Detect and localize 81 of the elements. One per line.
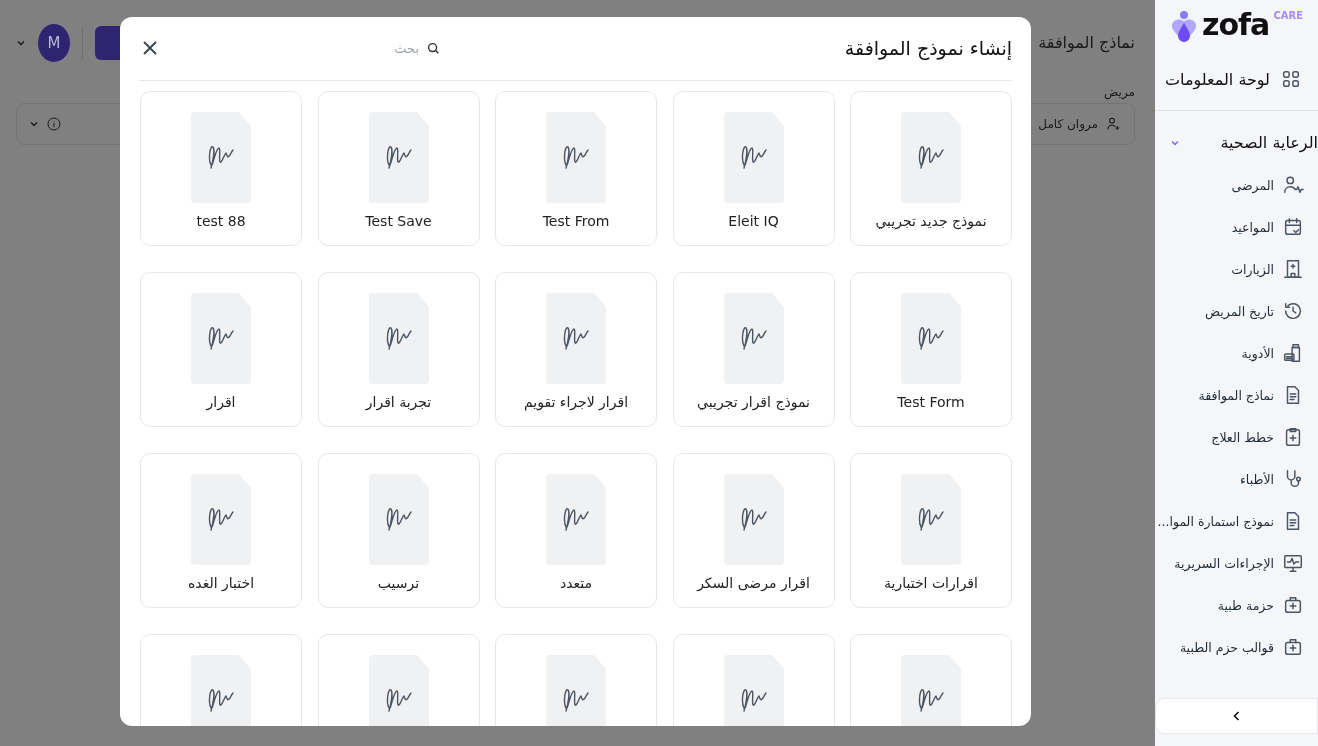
- nav-item[interactable]: حزمة طبية: [1155, 584, 1318, 626]
- nav-item[interactable]: تاريخ المريض: [1155, 290, 1318, 332]
- nav-item[interactable]: المواعيد: [1155, 206, 1318, 248]
- signature-document-icon: [723, 111, 784, 203]
- info-icon: [47, 117, 61, 131]
- nav-item[interactable]: الزيارات: [1155, 248, 1318, 290]
- template-card[interactable]: متعدد: [495, 452, 657, 608]
- signature-document-icon: [546, 473, 606, 565]
- signature-document-icon: [723, 292, 784, 384]
- template-name: متعدد: [559, 574, 593, 591]
- calendar-check-icon: [1282, 216, 1304, 238]
- template-card[interactable]: اقرار مرضى السكر: [672, 452, 835, 608]
- medical-bag-icon: [1282, 636, 1304, 658]
- medical-bag-icon: [1282, 594, 1304, 616]
- template-card[interactable]: نموذج جديد تجريبي: [850, 90, 1012, 246]
- signature-document-icon: [723, 473, 784, 565]
- history-icon: [1282, 300, 1304, 322]
- signature-document-icon: [368, 654, 429, 726]
- template-name: تجربة اقرار: [365, 393, 432, 410]
- user-plus-icon: [1106, 116, 1122, 132]
- chevron-down-icon[interactable]: [29, 119, 39, 129]
- section-header[interactable]: الرعاية الصحية: [1220, 133, 1318, 152]
- search-field[interactable]: بحث: [357, 39, 421, 57]
- template-card[interactable]: test 88: [140, 90, 302, 246]
- template-name: Test From: [542, 212, 610, 229]
- nav-item[interactable]: نماذج الموافقة: [1155, 374, 1318, 416]
- signature-document-icon: [901, 473, 961, 565]
- signature-document-icon: [191, 654, 251, 726]
- signature-document-icon: [723, 654, 784, 726]
- template-card[interactable]: اختبار الغده: [140, 452, 302, 608]
- collapse-button[interactable]: [1155, 698, 1318, 734]
- template-card[interactable]: Test Save: [317, 90, 480, 246]
- signature-document-icon: [546, 292, 606, 384]
- template-card[interactable]: اقرار لاجراء تقويم: [495, 271, 657, 427]
- user-avatar[interactable]: M: [38, 23, 70, 62]
- template-card[interactable]: Test From: [495, 90, 657, 246]
- template-card[interactable]: Test Form: [850, 271, 1012, 427]
- template-name: اقرار لاجراء تقويم: [523, 393, 629, 410]
- user-pulse-icon: [1282, 174, 1304, 196]
- template-card[interactable]: ترسيب: [317, 452, 480, 608]
- page-title: نماذج الموافقة: [1038, 33, 1135, 52]
- signature-document-icon: [368, 292, 429, 384]
- nav-item[interactable]: قوالب حزم الطبية: [1155, 626, 1318, 668]
- template-name: test 88: [196, 212, 246, 229]
- field-label: مريض: [1102, 85, 1135, 102]
- nav-item[interactable]: المرضى: [1155, 164, 1318, 206]
- template-card[interactable]: Eleit IQ: [672, 90, 835, 246]
- template-name: اختبار الغده: [187, 574, 255, 591]
- signature-document-icon: [368, 473, 429, 565]
- grid-icon: [1280, 68, 1302, 90]
- template-card[interactable]: اقرارات اختبارية: [850, 452, 1012, 608]
- signature-document-icon: [191, 111, 251, 203]
- signature-document-icon: [368, 111, 429, 203]
- hospital-icon: [1282, 258, 1304, 280]
- template-name: اقرارات اختبارية: [884, 574, 978, 591]
- dialog-title: إنشاء نموذج الموافقة: [843, 37, 1012, 60]
- signature-document-icon: [191, 473, 251, 565]
- template-name: نموذج جديد تجريبي: [875, 212, 987, 229]
- template-name: اقرار مرضى السكر: [697, 574, 810, 591]
- template-card[interactable]: تجربة اقرار: [317, 271, 480, 427]
- search-icon: [427, 41, 440, 55]
- template-name: Test Form: [897, 393, 965, 410]
- signature-document-icon: [901, 292, 961, 384]
- nav-item[interactable]: نموذج استمارة الموا...: [1155, 500, 1318, 542]
- nav-item[interactable]: الأطباء: [1155, 458, 1318, 500]
- signature-document-icon: [901, 654, 961, 726]
- template-card[interactable]: اقرار: [140, 271, 302, 427]
- template-name: ترسيب: [377, 574, 420, 591]
- nav-item[interactable]: الإجراءات السريرية: [1155, 542, 1318, 584]
- nav-item[interactable]: الأدوية: [1155, 332, 1318, 374]
- template-name: نموذج اقرار تجريبي: [697, 393, 810, 410]
- monitor-pulse-icon: [1282, 552, 1304, 574]
- signature-document-icon: [901, 111, 961, 203]
- signature-document-icon: [546, 654, 606, 726]
- template-name: اقرار: [206, 393, 236, 410]
- template-name: Test Save: [365, 212, 432, 229]
- signature-document-icon: [191, 292, 251, 384]
- signature-document-icon: [546, 111, 606, 203]
- template-name: Eleit IQ: [728, 212, 779, 229]
- nav-item[interactable]: خطط العلاج: [1155, 416, 1318, 458]
- template-card[interactable]: نموذج اقرار تجريبي: [672, 271, 835, 427]
